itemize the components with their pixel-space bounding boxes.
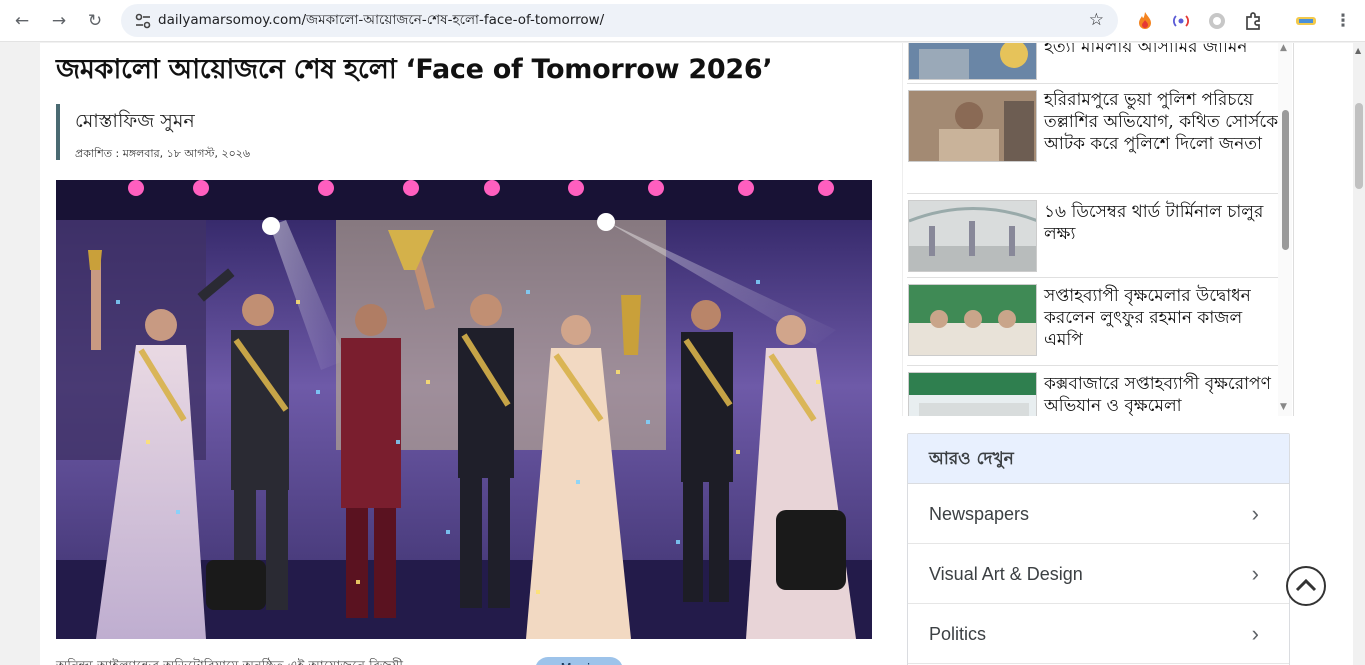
- sidebar-news-item[interactable]: হত্যা মামলায় আসামির জামিন: [907, 43, 1279, 84]
- news-title[interactable]: কক্সবাজারে সপ্তাহব্যাপী বৃক্ষরোপণ অভিযান…: [1044, 373, 1279, 416]
- address-bar[interactable]: dailyamarsomoy.com/জমকালো-আয়োজনে-শেষ-হল…: [121, 4, 1118, 37]
- author-name[interactable]: মোস্তাফিজ সুমন: [75, 107, 250, 139]
- chevron-right-icon: ›: [1251, 561, 1259, 586]
- browser-menu-button[interactable]: ⋮: [1331, 9, 1355, 33]
- news-thumbnail[interactable]: [908, 43, 1037, 80]
- publish-date: প্রকাশিত : মঙ্গলবার, ১৮ আগস্ট, ২০২৬: [75, 147, 251, 160]
- more-item-label: Politics: [929, 624, 987, 644]
- sidebar-news-list: হত্যা মামলায় আসামির জামিন হরিরামপুরে ভু…: [902, 43, 1294, 416]
- chevron-right-icon: ›: [1251, 501, 1259, 526]
- sidebar-news-item[interactable]: সপ্তাহব্যাপী বৃক্ষমেলার উদ্বোধন করলেন লু…: [907, 278, 1279, 366]
- award-ceremony-photo: [56, 180, 872, 639]
- news-thumbnail[interactable]: [908, 90, 1037, 162]
- article-page: জমকালো আয়োজনে শেষ হলো ‘Face of Tomorrow…: [40, 43, 1353, 665]
- more-to-explore-widget: আরও দেখুন Newspapers › Visual Art & Desi…: [907, 433, 1290, 665]
- disabled-extension-icon[interactable]: [1206, 10, 1228, 32]
- article-photo[interactable]: [56, 180, 872, 639]
- chevron-right-icon: ›: [1251, 621, 1259, 646]
- forward-button[interactable]: →: [47, 9, 71, 33]
- byline: মোস্তাফিজ সুমন প্রকাশিত : মঙ্গলবার, ১৮ আ…: [56, 104, 250, 160]
- news-title[interactable]: হরিরামপুরে ভুয়া পুলিশ পরিচয়ে তল্লাশির …: [1044, 89, 1279, 155]
- bookmark-star-icon[interactable]: ☆: [1089, 9, 1104, 31]
- more-item-politics[interactable]: Politics ›: [908, 604, 1289, 664]
- news-thumbnail[interactable]: [908, 284, 1037, 356]
- news-thumbnail[interactable]: [908, 200, 1037, 272]
- url-text[interactable]: dailyamarsomoy.com/জমকালো-আয়োজনে-শেষ-হল…: [158, 4, 604, 37]
- news-thumbnail[interactable]: [908, 372, 1037, 416]
- broadcast-extension-icon[interactable]: [1170, 10, 1192, 32]
- scroll-up-arrow-icon[interactable]: ▲: [1355, 46, 1361, 55]
- sidebar-scroll-thumb[interactable]: [1282, 110, 1289, 250]
- sidebar-news-item[interactable]: হরিরামপুরে ভুয়া পুলিশ পরিচয়ে তল্লাশির …: [907, 84, 1279, 194]
- sidebar-news-item[interactable]: ১৬ ডিসেম্বর থার্ড টার্মিনাল চালুর লক্ষ্য: [907, 194, 1279, 278]
- fire-extension-icon[interactable]: [1134, 10, 1156, 32]
- page-scrollbar[interactable]: ▲: [1353, 43, 1365, 665]
- more-item-label: Newspapers: [929, 504, 1030, 524]
- more-item-visual-art[interactable]: Visual Art & Design ›: [908, 544, 1289, 604]
- news-title[interactable]: সপ্তাহব্যাপী বৃক্ষমেলার উদ্বোধন করলেন লু…: [1044, 285, 1279, 351]
- page-scroll-thumb[interactable]: [1355, 103, 1363, 189]
- scroll-down-arrow-icon[interactable]: ▼: [1280, 402, 1287, 412]
- scroll-up-arrow-icon[interactable]: ▲: [1280, 43, 1287, 53]
- article-headline: জমকালো আয়োজনে শেষ হলো ‘Face of Tomorrow…: [56, 54, 773, 85]
- article-body-preview: অনিন্দ্য আইল্যান্ডের অডিটোরিয়ামে অনুষ্ঠ…: [56, 657, 415, 665]
- more-item-label: Visual Art & Design: [929, 564, 1083, 584]
- sidebar-scrollbar[interactable]: ▲ ▼: [1278, 43, 1292, 416]
- more-heading: আরও দেখুন: [908, 434, 1289, 484]
- profile-avatar-icon[interactable]: [1295, 10, 1317, 32]
- chevron-up-icon: [1295, 578, 1317, 592]
- tag-pill[interactable]: Music: [535, 657, 623, 665]
- more-item-newspapers[interactable]: Newspapers ›: [908, 484, 1289, 544]
- reload-button[interactable]: ↻: [83, 9, 107, 33]
- back-button[interactable]: ←: [10, 9, 34, 33]
- news-title[interactable]: হত্যা মামলায় আসামির জামিন: [1044, 43, 1279, 58]
- extensions-puzzle-icon[interactable]: [1242, 10, 1264, 32]
- news-title[interactable]: ১৬ ডিসেম্বর থার্ড টার্মিনাল চালুর লক্ষ্য: [1044, 201, 1279, 245]
- site-settings-icon[interactable]: [133, 11, 153, 31]
- scroll-to-top-button[interactable]: [1286, 566, 1326, 606]
- sidebar-news-item[interactable]: কক্সবাজারে সপ্তাহব্যাপী বৃক্ষরোপণ অভিযান…: [907, 366, 1279, 416]
- browser-toolbar: ← → ↻ dailyamarsomoy.com/জমকালো-আয়োজনে-…: [0, 0, 1365, 42]
